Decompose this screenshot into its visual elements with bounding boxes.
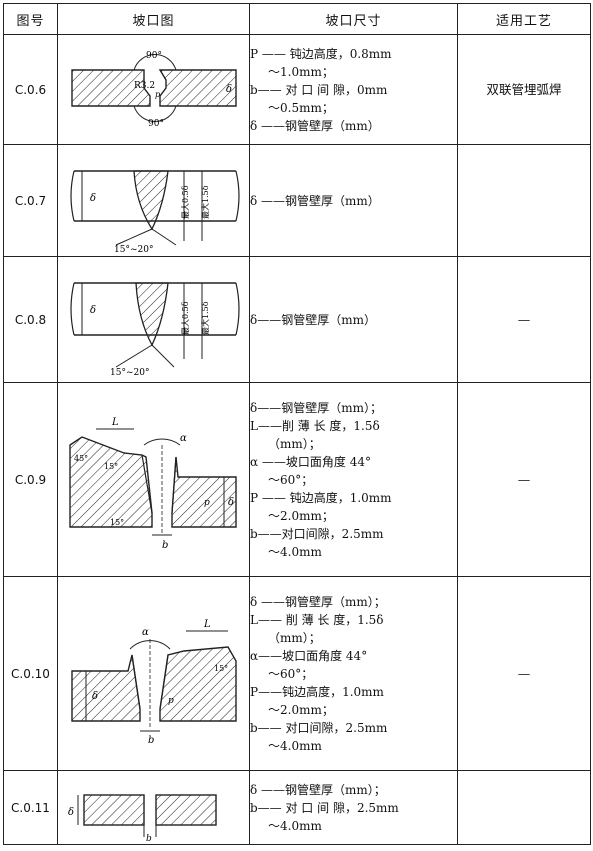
process-text: 双联管埋弧焊 (457, 34, 591, 145)
groove-diagram-c09: L 45° 15° α δ p 15° b (68, 417, 237, 551)
table-row: C.0.7 δ 最大0.5δ 最大1.5δ 15°~20° δ ——钢管壁厚（m… (3, 144, 591, 257)
dimension-line: δ ——钢管壁厚（mm）； (250, 594, 386, 609)
figure-id: C.0.10 (3, 576, 58, 771)
figure-label: p (168, 696, 174, 706)
dimension-line: δ ——钢管壁厚（mm）； (250, 782, 386, 797)
dimension-line: ～60°； (268, 666, 314, 681)
figure-label: δ (228, 497, 234, 508)
figure-label: 15° (214, 664, 228, 673)
figure-label: 最大1.5δ (200, 185, 210, 219)
groove-diagram-c06: 90° R3.2 p δ 90° (70, 51, 237, 129)
figure-label: 15°~20° (114, 245, 153, 253)
dimension-line: δ ——钢管壁厚（mm） (250, 193, 380, 208)
table-row: C.0.10 α L δ 15° p b δ ——钢管壁厚（mm）； L—— 削… (3, 576, 591, 771)
figure-label: L (203, 619, 211, 630)
figure-id: C.0.11 (3, 770, 58, 845)
figure-label: p (155, 90, 160, 99)
dimension-line: b——对口间隙，2.5mm (250, 526, 384, 541)
dimension-text: δ——钢管壁厚（mm） (249, 256, 458, 383)
table-row: C.0.9 L 45° 15° α δ p 15° b δ——钢管壁厚（mm）；… (3, 382, 591, 577)
groove-spec-table: 图号 坡口图 坡口尺寸 适用工艺 C.0.6 90° R3.2 p δ 90° … (3, 3, 591, 845)
header-dimensions: 坡口尺寸 (249, 3, 458, 35)
dimension-line: ～2.0mm； (268, 702, 334, 717)
figure-label: 最大0.5δ (180, 301, 190, 335)
dimension-text: δ——钢管壁厚（mm）； L——削 薄 长 度，1.5δ （mm）； α ——坡… (249, 382, 458, 577)
dimension-text: δ ——钢管壁厚（mm） (249, 144, 458, 257)
groove-diagram-c07: δ 最大0.5δ 最大1.5δ 15°~20° (69, 169, 240, 253)
dimension-text: δ ——钢管壁厚（mm）； L—— 削 薄 长 度，1.5δ （mm）； α——… (249, 576, 458, 771)
figure-label: δ (92, 691, 98, 702)
figure-label: 90° (146, 51, 162, 61)
figure-label: L (111, 417, 119, 428)
groove-figure: δ 最大0.5δ 最大1.5δ 15°~20° (57, 144, 250, 257)
figure-label: b (162, 540, 168, 551)
process-text (457, 770, 591, 845)
dimension-line: ～0.5mm； (268, 100, 334, 115)
process-text: — (457, 382, 591, 577)
figure-label: δ (68, 807, 74, 818)
groove-diagram-c10: α L δ 15° p b (70, 619, 237, 746)
figure-label: 90° (148, 119, 164, 129)
figure-label: 15° (110, 518, 124, 527)
figure-label: 最大1.5δ (200, 301, 210, 335)
process-text: — (457, 576, 591, 771)
groove-figure: α L δ 15° p b (57, 576, 250, 771)
figure-label: 最大0.5δ (180, 185, 190, 219)
dimension-line: b—— 对 口 间 隙，2.5mm (250, 800, 399, 815)
dimension-line: ～2.0mm； (268, 508, 334, 523)
dimension-line: ～1.0mm； (268, 64, 334, 79)
dimension-line: b—— 对口间隙，2.5mm (250, 720, 388, 735)
groove-diagram-c08: δ 最大0.5δ 最大1.5δ 15°~20° (69, 281, 240, 377)
figure-label: α (180, 433, 187, 444)
figure-label: b (146, 834, 152, 843)
header-process: 适用工艺 (457, 3, 591, 35)
figure-label: b (148, 735, 154, 746)
dimension-line: δ——钢管壁厚（mm）； (250, 400, 382, 415)
groove-figure: δ 最大0.5δ 最大1.5δ 15°~20° (57, 256, 250, 383)
table-row: C.0.6 90° R3.2 p δ 90° P —— 钝边高度，0.8mm ～ (3, 34, 591, 145)
dimension-line: L—— 削 薄 长 度，1.5δ (250, 612, 384, 627)
dimension-line: L——削 薄 长 度，1.5δ (250, 418, 380, 433)
dimension-line: ～4.0mm (268, 738, 322, 753)
figure-id: C.0.9 (3, 382, 58, 577)
dimension-line: （mm）； (268, 436, 321, 451)
dimension-line: b—— 对 口 间 隙，0mm (250, 82, 388, 97)
groove-figure: L 45° 15° α δ p 15° b (57, 382, 250, 577)
dimension-line: δ——钢管壁厚（mm） (250, 312, 376, 327)
header-figure: 坡口图 (57, 3, 250, 35)
figure-label: α (142, 627, 149, 638)
dimension-line: P——钝边高度，1.0mm (250, 684, 384, 699)
dimension-line: α——坡口面角度 44° (250, 648, 368, 663)
groove-diagram-c11: δ b (68, 793, 217, 843)
figure-id: C.0.6 (3, 34, 58, 145)
table-row: C.0.11 δ b δ ——钢管壁厚（mm）； b—— 对 口 间 隙，2.5… (3, 770, 591, 845)
dimension-line: ～60°； (268, 472, 314, 487)
header-row: 图号 坡口图 坡口尺寸 适用工艺 (3, 3, 591, 35)
figure-label: 45° (74, 454, 88, 463)
header-id: 图号 (3, 3, 58, 35)
process-text (457, 144, 591, 257)
dimension-line: P —— 钝边高度，0.8mm (250, 46, 392, 61)
figure-label: p (204, 498, 210, 508)
figure-label: δ (90, 193, 96, 204)
figure-id: C.0.7 (3, 144, 58, 257)
figure-label: 15°~20° (110, 368, 149, 377)
dimension-line: α ——坡口面角度 44° (250, 454, 372, 469)
groove-figure: δ b (57, 770, 250, 845)
table-row: C.0.8 δ 最大0.5δ 最大1.5δ 15°~20° δ——钢管壁厚（mm… (3, 256, 591, 383)
figure-label: δ (226, 84, 232, 95)
dimension-line: ～4.0mm (268, 544, 322, 559)
figure-id: C.0.8 (3, 256, 58, 383)
dimension-text: δ ——钢管壁厚（mm）； b—— 对 口 间 隙，2.5mm ～4.0mm (249, 770, 458, 845)
dimension-line: P —— 钝边高度，1.0mm (250, 490, 392, 505)
dimension-line: δ ——钢管壁厚（mm） (250, 118, 380, 133)
process-text: — (457, 256, 591, 383)
dimension-line: （mm）； (268, 630, 321, 645)
figure-label: 15° (104, 462, 118, 471)
figure-label: δ (90, 305, 96, 316)
dimension-line: ～4.0mm (268, 818, 322, 833)
groove-figure: 90° R3.2 p δ 90° (57, 34, 250, 145)
figure-label: R3.2 (134, 81, 155, 91)
dimension-text: P —— 钝边高度，0.8mm ～1.0mm； b—— 对 口 间 隙，0mm … (249, 34, 458, 145)
